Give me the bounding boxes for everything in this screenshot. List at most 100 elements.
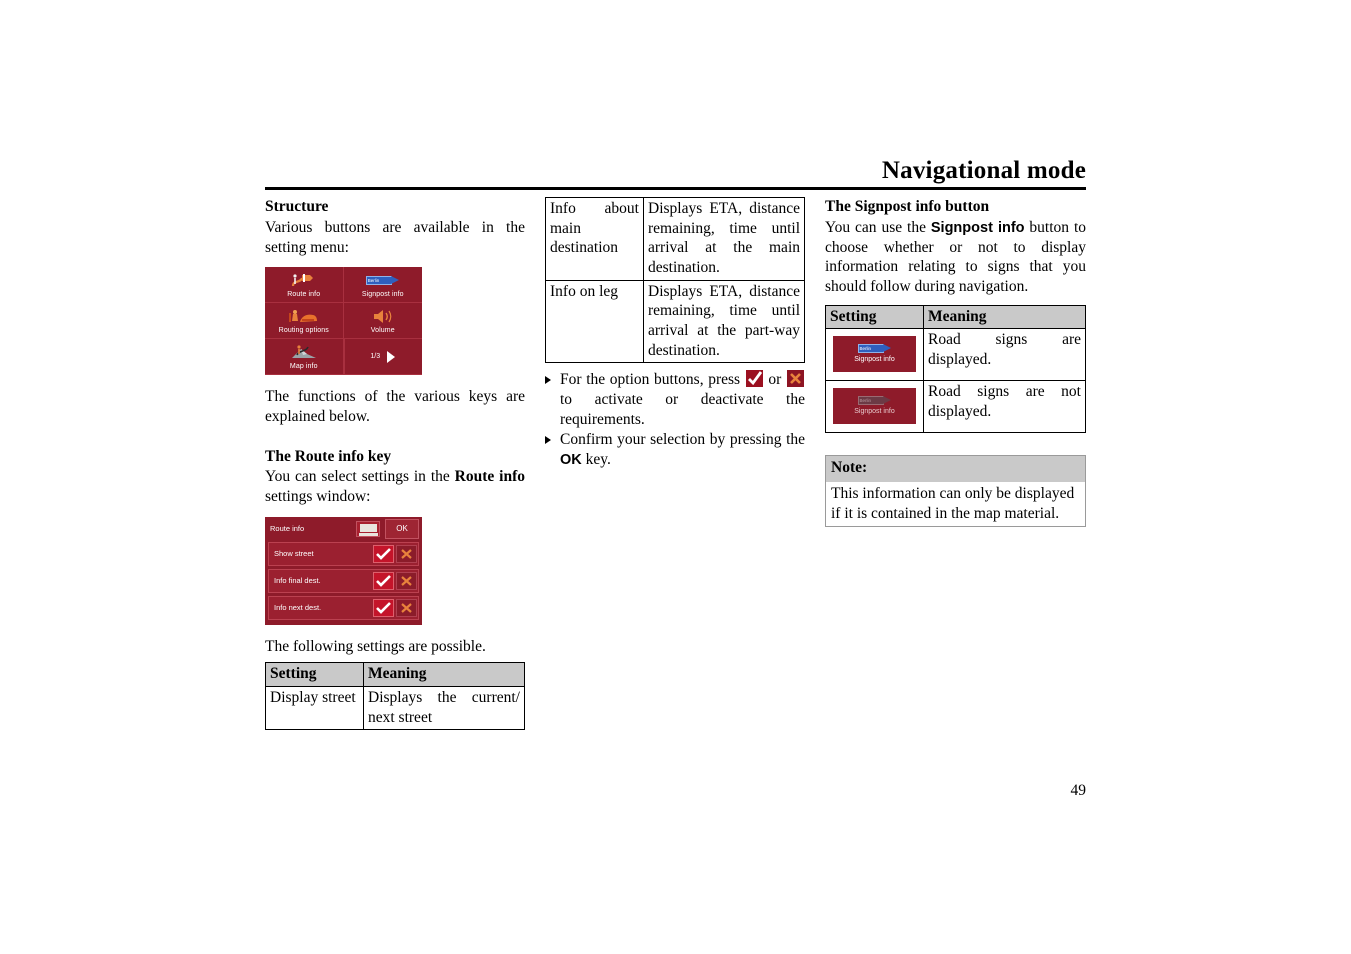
table-header-row: Setting Meaning [825,304,1086,330]
display-preview-icon [356,520,380,537]
pager-divider [343,339,345,375]
signpost-info-icon: Berlin [857,343,892,353]
menu-button-label: Routing options [278,326,329,334]
menu-button-label: Map info [289,362,318,370]
page-title: Navigational mode [881,157,1086,184]
ok-key-label: OK [560,452,582,469]
bullet-text-a: Confirm your selection by pressing the [560,431,805,449]
route-window-row[interactable]: Info next dest. [268,595,419,620]
menu-button-map-info[interactable]: Map info [265,339,344,376]
signpost-text-a: You can use the [825,218,931,236]
sign-plate-text: Berlin [859,397,872,403]
signpost-info-icon: Berlin [365,272,400,289]
signpost-info-button-active[interactable]: Berlin Signpost info [833,336,916,373]
right-column: The Signpost info button You can use the… [825,197,1086,730]
setting-menu-screenshot: Route info Berlin Signpost info Routing … [265,267,422,376]
note-body-row: This information can only be displayed i… [825,480,1086,528]
route-row-label: Info final dest. [274,576,321,586]
route-key-text-c: settings window: [265,488,371,506]
note-box: Note: This information can only be displ… [825,455,1086,528]
menu-button-route-info[interactable]: Route info [265,267,344,304]
next-page-arrow-icon[interactable] [387,350,396,363]
cell-meaning: Displays ETA, distance remaining, time u… [643,279,805,364]
menu-button-label: Signpost info [361,290,404,298]
route-key-text-a: You can select settings in the [265,468,455,486]
checkmark-icon [745,370,763,388]
bullet-text-a: For the option buttons, press [560,371,745,389]
column-header-setting: Setting [265,662,364,688]
structure-heading: Structure [265,198,329,215]
route-window-title: Route info [270,524,305,534]
signpost-button-label: Signpost info [854,355,895,363]
table-row: Info about main destination Displays ETA… [545,197,805,281]
middle-column: Info about main destination Displays ETA… [545,197,805,730]
left-column: Structure Various buttons are available … [265,197,525,731]
table-header-row: Setting Meaning [265,662,525,688]
cell-meaning: Road signs are displayed. [923,328,1086,382]
cell-signpost-button-active: Berlin Signpost info [825,328,924,382]
bullet-triangle-icon [545,376,551,385]
table-row: Info on leg Displays ETA, distance remai… [545,279,805,364]
info-destination-table: Info about main destination Displays ETA… [545,197,805,364]
table-row: Berlin Signpost info Road signs are disp… [825,328,1086,382]
column-header-setting: Setting [825,304,924,330]
cross-button[interactable] [396,544,417,563]
signpost-button-label: Signpost info [854,407,895,415]
header-divider [265,187,1086,190]
route-window-ok-button[interactable]: OK [385,518,419,539]
column-header-meaning: Meaning [363,662,525,688]
cell-setting: Info about main destination [545,197,644,281]
signpost-info-icon-dimmed: Berlin [857,395,892,405]
menu-button-routing-options[interactable]: Routing options [265,303,344,340]
cell-meaning: Displays ETA, distance remaining, time u… [643,197,805,281]
signpost-button-heading: The Signpost info button [825,198,990,215]
menu-button-volume[interactable]: Volume [343,303,422,340]
route-row-label: Show street [274,549,314,559]
column-header-meaning: Meaning [923,304,1086,330]
cross-icon [786,370,804,388]
signpost-settings-table: Setting Meaning Berlin Signpost info Roa… [825,304,1086,434]
instruction-bullet-list: For the option buttons, press or to acti… [545,370,805,469]
cell-setting: Info on leg [545,279,644,364]
list-item: Confirm your selection by pressing the O… [545,430,805,469]
route-window-row[interactable]: Show street [268,541,419,566]
map-info-icon [289,344,319,361]
three-column-body: Structure Various buttons are available … [265,197,1086,731]
menu-button-label: Volume [370,326,395,334]
route-window-row[interactable]: Info final dest. [268,568,419,593]
route-info-icon [289,272,319,289]
list-item: For the option buttons, press or to acti… [545,370,805,429]
page-number: 49 [1070,782,1087,799]
volume-icon [372,308,394,325]
table-row: Berlin Signpost info Road signs are not … [825,380,1086,434]
document-page: Navigational mode Structure Various butt… [265,0,1086,954]
bullet-text-c: key. [581,451,611,469]
cross-button[interactable] [396,571,417,590]
bullet-text-c: to activate or deactivate the requiremen… [560,391,805,428]
cell-meaning: Road signs are not displayed. [923,380,1086,434]
route-row-label: Info next dest. [274,603,322,613]
menu-button-signpost-info[interactable]: Berlin Signpost info [343,267,422,304]
route-window-titlebar: Route info OK [268,518,419,539]
bullet-triangle-icon [545,436,551,445]
cross-button[interactable] [396,598,417,617]
sign-plate-text: Berlin [859,345,872,351]
checkmark-button[interactable] [373,598,394,617]
checkmark-button[interactable] [373,544,394,563]
menu-button-label: Route info [287,290,321,298]
signpost-info-button-inactive[interactable]: Berlin Signpost info [833,388,916,425]
sign-plate-graphic: Berlin [365,275,400,285]
checkmark-button[interactable] [373,571,394,590]
note-body: This information can only be displayed i… [825,480,1086,528]
menu-pager-next[interactable]: 1/3 [343,339,422,376]
page-indicator: 1/3 [370,353,381,361]
cell-setting: Display street [265,686,364,731]
cell-meaning: Displays the current/ next street [363,686,525,731]
note-heading: Note: [825,455,1086,482]
route-key-text-bold: Route info [454,468,525,486]
signpost-button-paragraph: You can use the Signpost info button to … [825,218,1086,297]
table-row: Display street Displays the current/ nex… [265,686,525,731]
route-info-settings-window: Route info OK Show street Info final des… [265,516,422,625]
structure-paragraph: Various buttons are available in the set… [265,218,525,256]
following-settings-paragraph: The following settings are possible. [265,637,486,655]
